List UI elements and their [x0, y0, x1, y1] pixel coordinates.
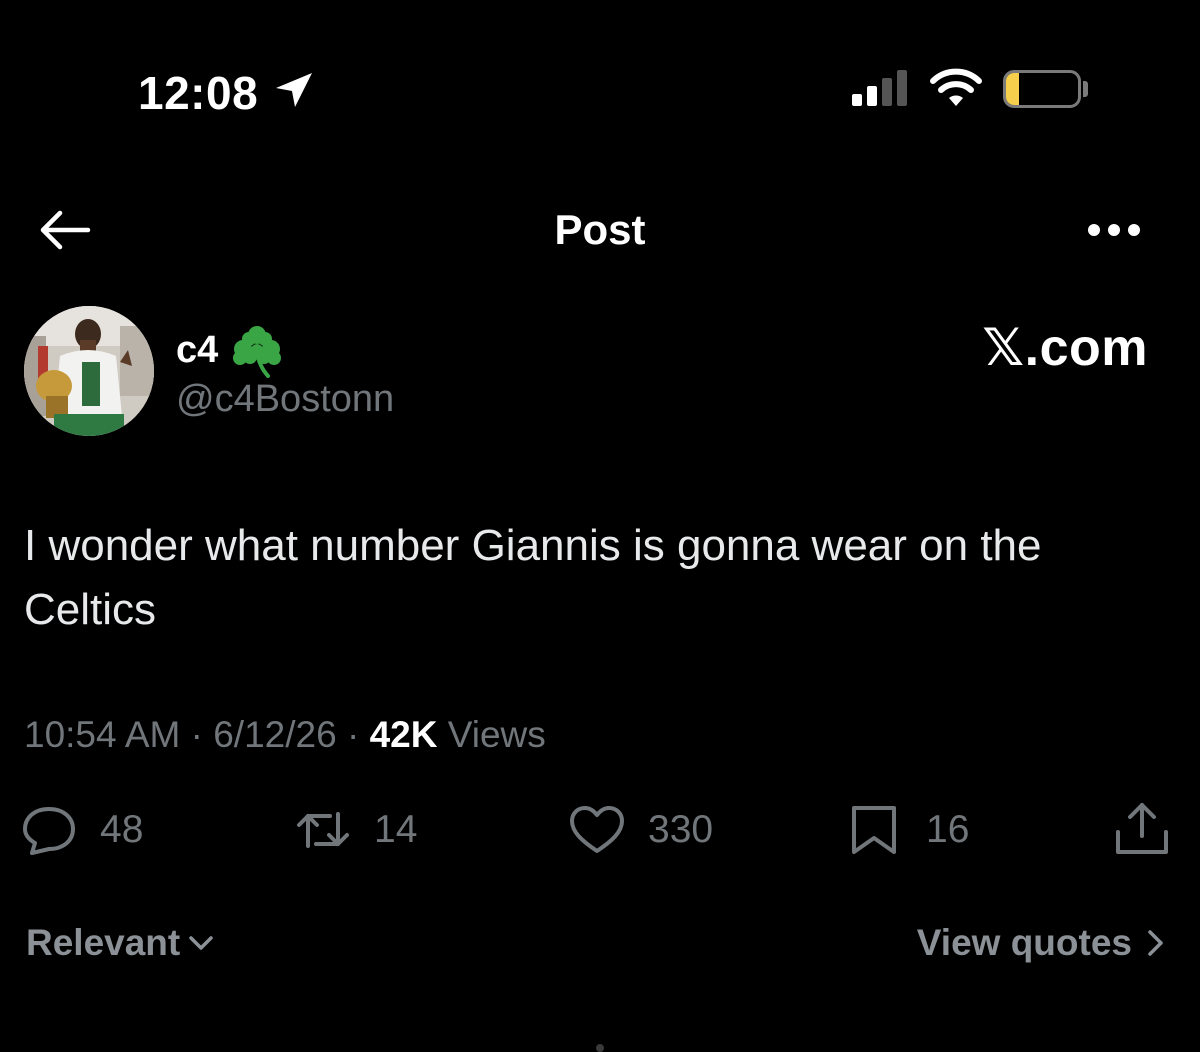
status-time: 12:08 — [138, 67, 259, 119]
repost-button[interactable]: 14 — [294, 804, 417, 856]
chevron-down-icon — [189, 936, 213, 950]
meta-separator: · — [346, 714, 360, 755]
reply-button[interactable]: 48 — [20, 804, 143, 856]
wifi-icon — [930, 68, 982, 106]
like-button[interactable]: 330 — [568, 804, 713, 856]
display-name[interactable]: c4 — [176, 329, 218, 372]
views-label[interactable]: Views — [448, 714, 546, 755]
view-quotes-button[interactable]: View quotes — [917, 922, 1166, 964]
shamrock-icon — [233, 326, 282, 378]
views-count[interactable]: 42K — [370, 714, 438, 755]
sort-label: Relevant — [26, 922, 181, 963]
meta-separator: · — [190, 714, 203, 755]
battery-tip — [1083, 81, 1088, 97]
cellular-signal-icon — [852, 70, 907, 106]
sort-relevant-button[interactable]: Relevant — [26, 922, 214, 964]
user-handle[interactable]: @c4Bostonn — [176, 378, 394, 421]
bookmark-icon — [852, 806, 896, 854]
heart-icon — [570, 806, 624, 853]
battery-icon: 18 — [1003, 70, 1081, 108]
watermark: 𝕏.com — [982, 319, 1148, 377]
bookmark-button[interactable]: 16 — [846, 804, 969, 856]
display-name-row[interactable]: c4 — [176, 322, 288, 378]
avatar-photo — [24, 306, 154, 436]
like-count: 330 — [648, 808, 714, 851]
avatar[interactable] — [24, 306, 154, 436]
post-screen: 12:08 18 Post c4 @c4Bostonn 𝕏.com I wond… — [0, 0, 1200, 1052]
post-meta: 10:54 AM · 6/12/26 · 42K Views — [24, 714, 546, 756]
scroll-indicator — [596, 1044, 604, 1052]
share-icon[interactable] — [1112, 800, 1172, 858]
view-quotes-label: View quotes — [916, 922, 1132, 963]
page-title: Post — [554, 206, 646, 253]
post-time: 10:54 AM — [24, 714, 181, 755]
repost-icon — [297, 812, 349, 848]
chevron-right-icon — [1148, 930, 1163, 956]
battery-percentage: 18 — [1024, 71, 1060, 106]
more-horizontal-icon[interactable] — [1086, 218, 1142, 242]
post-date: 6/12/26 — [213, 714, 337, 755]
bookmark-count: 16 — [926, 808, 970, 851]
location-arrow-icon — [276, 73, 312, 107]
reply-count: 48 — [100, 808, 144, 851]
repost-count: 14 — [374, 808, 418, 851]
post-text: I wonder what number Giannis is gonna we… — [24, 521, 1042, 634]
reply-icon — [23, 807, 75, 855]
